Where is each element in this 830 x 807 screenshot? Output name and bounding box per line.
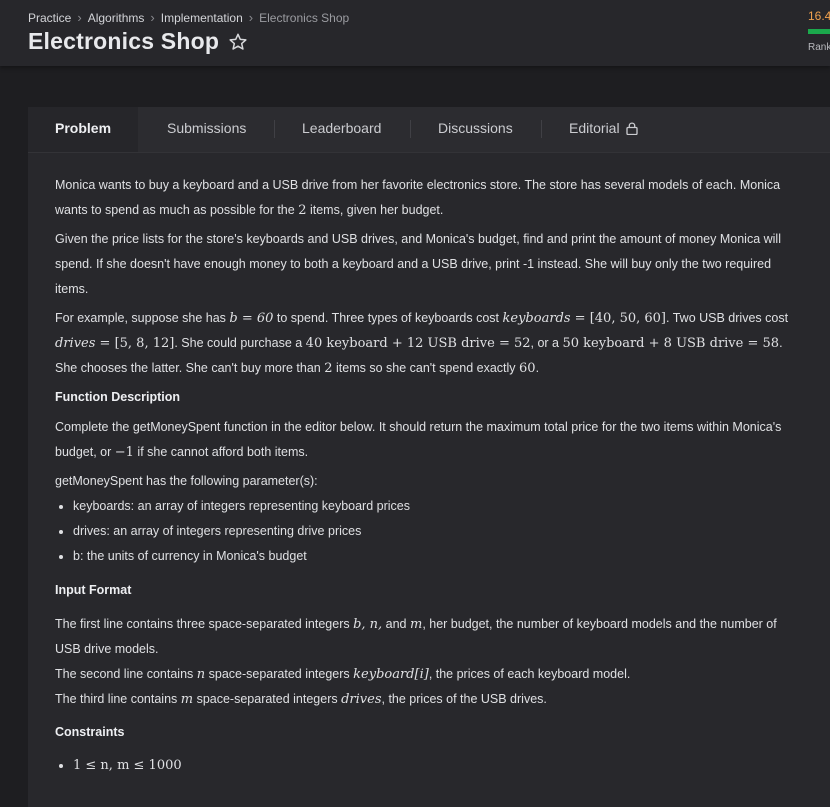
lock-icon (626, 122, 639, 135)
chevron-right-icon: › (150, 10, 155, 25)
breadcrumb-algorithms[interactable]: Algorithms (88, 11, 145, 25)
text: items, given her budget. (306, 203, 444, 217)
parameter-list: keyboards: an array of integers represen… (55, 494, 795, 569)
math: 2 (324, 361, 333, 376)
math: b = 60 (229, 311, 274, 326)
score-value: 16.4 (808, 9, 830, 23)
list-item: drives: an array of integers representin… (73, 519, 795, 544)
score-progress-bar (808, 29, 830, 34)
paragraph-task: Given the price lists for the store's ke… (55, 232, 781, 296)
text: , the prices of the USB drives. (381, 692, 547, 706)
paragraph-input-line2: The second line contains n space-separat… (55, 662, 795, 687)
breadcrumb-implementation[interactable]: Implementation (161, 11, 243, 25)
paragraph-function: Complete the getMoneySpent function in t… (55, 415, 795, 465)
tab-discussions[interactable]: Discussions (438, 107, 513, 152)
list-item: b: the units of currency in Monica's bud… (73, 544, 795, 569)
paragraph-input-line3: The third line contains m space-separate… (55, 687, 795, 712)
text: . Two USB drives cost (666, 311, 789, 325)
page-title: Electronics Shop (28, 28, 220, 54)
text: , or a (530, 336, 563, 350)
tab-submissions[interactable]: Submissions (167, 107, 246, 152)
tab-divider (274, 120, 275, 138)
rank-label: Rank (808, 42, 830, 53)
header: Practice › Algorithms › Implementation › Elect… (0, 0, 830, 66)
text: items so she can't spend exactly (332, 361, 520, 375)
star-icon[interactable] (228, 32, 248, 52)
text: The second line contains (55, 667, 197, 681)
paragraph-input-line1: The first line contains three space-sepa… (55, 612, 795, 662)
breadcrumb-current: Electronics Shop (259, 11, 350, 25)
math: b, n, (353, 617, 383, 632)
list-item: 1 ≤ n, m ≤ 1000 (73, 753, 795, 778)
math: 40 keyboard + 12 USB drive = 52 (305, 336, 531, 351)
chevron-right-icon: › (77, 10, 82, 25)
math: n (196, 667, 206, 682)
tab-divider (541, 120, 542, 138)
tab-bar: Problem Submissions Leaderboard Discussi… (28, 107, 830, 153)
list-item: keyboards: an array of integers represen… (73, 494, 795, 519)
heading-constraints: Constraints (55, 725, 125, 739)
text: The third line contains (55, 692, 181, 706)
text: space-separated integers (205, 667, 354, 681)
heading-function-description: Function Description (55, 390, 180, 404)
tab-divider (410, 120, 411, 138)
math: drives (341, 692, 382, 707)
text: The first line contains three space-sepa… (55, 617, 354, 631)
text: . (535, 361, 540, 375)
math: = [5, 8, 12] (95, 336, 175, 351)
constraints-list: 1 ≤ n, m ≤ 1000 (55, 753, 795, 778)
paragraph-params-intro: getMoneySpent has the following paramete… (55, 474, 318, 488)
math: 50 keyboard + 8 USB drive = 58 (562, 336, 780, 351)
paragraph-intro: Monica wants to buy a keyboard and a USB… (55, 173, 795, 223)
problem-panel: Problem Submissions Leaderboard Discussi… (28, 107, 830, 807)
text: For example, suppose she has (55, 311, 230, 325)
tab-leaderboard[interactable]: Leaderboard (302, 107, 381, 152)
math: m (180, 692, 194, 707)
chevron-right-icon: › (248, 10, 254, 25)
tab-editorial[interactable]: Editorial (569, 107, 639, 152)
text: , the prices of each keyboard model. (428, 667, 631, 681)
math: 1 ≤ n, m ≤ 1000 (73, 758, 182, 773)
tab-problem[interactable]: Problem (28, 107, 139, 152)
text: . She could purchase a (174, 336, 306, 350)
heading-input-format: Input Format (55, 583, 132, 597)
text: if she cannot afford both items. (133, 445, 309, 459)
text: to spend. Three types of keyboards cost (273, 311, 503, 325)
math: −1 (114, 445, 134, 460)
math: m (409, 617, 423, 632)
text: space-separated integers (193, 692, 342, 706)
math: 60 (519, 361, 536, 376)
text: and (382, 617, 410, 631)
math: keyboards (502, 311, 571, 326)
math: = [40, 50, 60] (570, 311, 667, 326)
tab-editorial-label: Editorial (569, 120, 620, 136)
math: keyboard[i] (353, 667, 429, 682)
problem-statement: Monica wants to buy a keyboard and a USB… (55, 173, 795, 778)
math: drives (55, 336, 96, 351)
breadcrumb-practice[interactable]: Practice (28, 11, 71, 25)
paragraph-example: For example, suppose she has b = 60 to s… (55, 306, 795, 381)
breadcrumb: Practice › Algorithms › Implementation › Elect… (28, 10, 349, 25)
